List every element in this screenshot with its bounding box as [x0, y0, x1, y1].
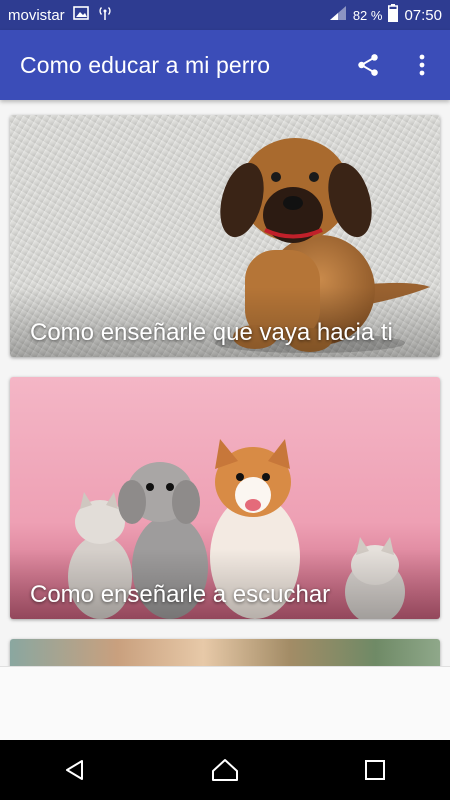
app-title: Como educar a mi perro [20, 51, 271, 78]
back-icon [66, 760, 83, 780]
status-right: 82 % 07:50 [329, 4, 442, 26]
card-caption: Como enseñarle a escuchar [30, 581, 331, 608]
card-partial[interactable] [10, 639, 440, 666]
app-bar: Como educar a mi perro [0, 30, 450, 100]
status-left: movistar [8, 5, 113, 25]
share-button[interactable] [344, 41, 392, 89]
share-icon [358, 54, 378, 76]
signal-icon [329, 5, 347, 25]
card-list: Como enseñarle que vaya hacia ti Como en… [0, 100, 450, 666]
card-caption: Como enseñarle que vaya hacia ti [30, 319, 393, 346]
recents-icon [365, 760, 385, 780]
app-actions [344, 41, 450, 89]
home-icon [212, 759, 238, 781]
carrier-name: movistar [8, 6, 65, 24]
bottom-banner-area [0, 666, 450, 741]
clock: 07:50 [404, 6, 442, 24]
home-button[interactable] [195, 740, 255, 800]
back-button[interactable] [45, 740, 105, 800]
card-come-to-you[interactable]: Como enseñarle que vaya hacia ti [10, 115, 440, 357]
card-image-blurred [10, 639, 440, 666]
more-vert-icon [419, 54, 425, 76]
battery-icon [388, 4, 399, 26]
battery-percent: 82 % [352, 7, 383, 23]
status-bar: movistar 82 % 07:50 [0, 0, 450, 30]
navigation-bar [0, 740, 450, 800]
hotspot-icon [97, 5, 113, 25]
more-options-button[interactable] [398, 41, 446, 89]
recents-button[interactable] [345, 740, 405, 800]
screen: movistar 82 % 07:50 Como educar a mi per… [0, 0, 450, 800]
image-notification-icon [72, 6, 89, 24]
card-listen[interactable]: Como enseñarle a escuchar [10, 377, 440, 619]
